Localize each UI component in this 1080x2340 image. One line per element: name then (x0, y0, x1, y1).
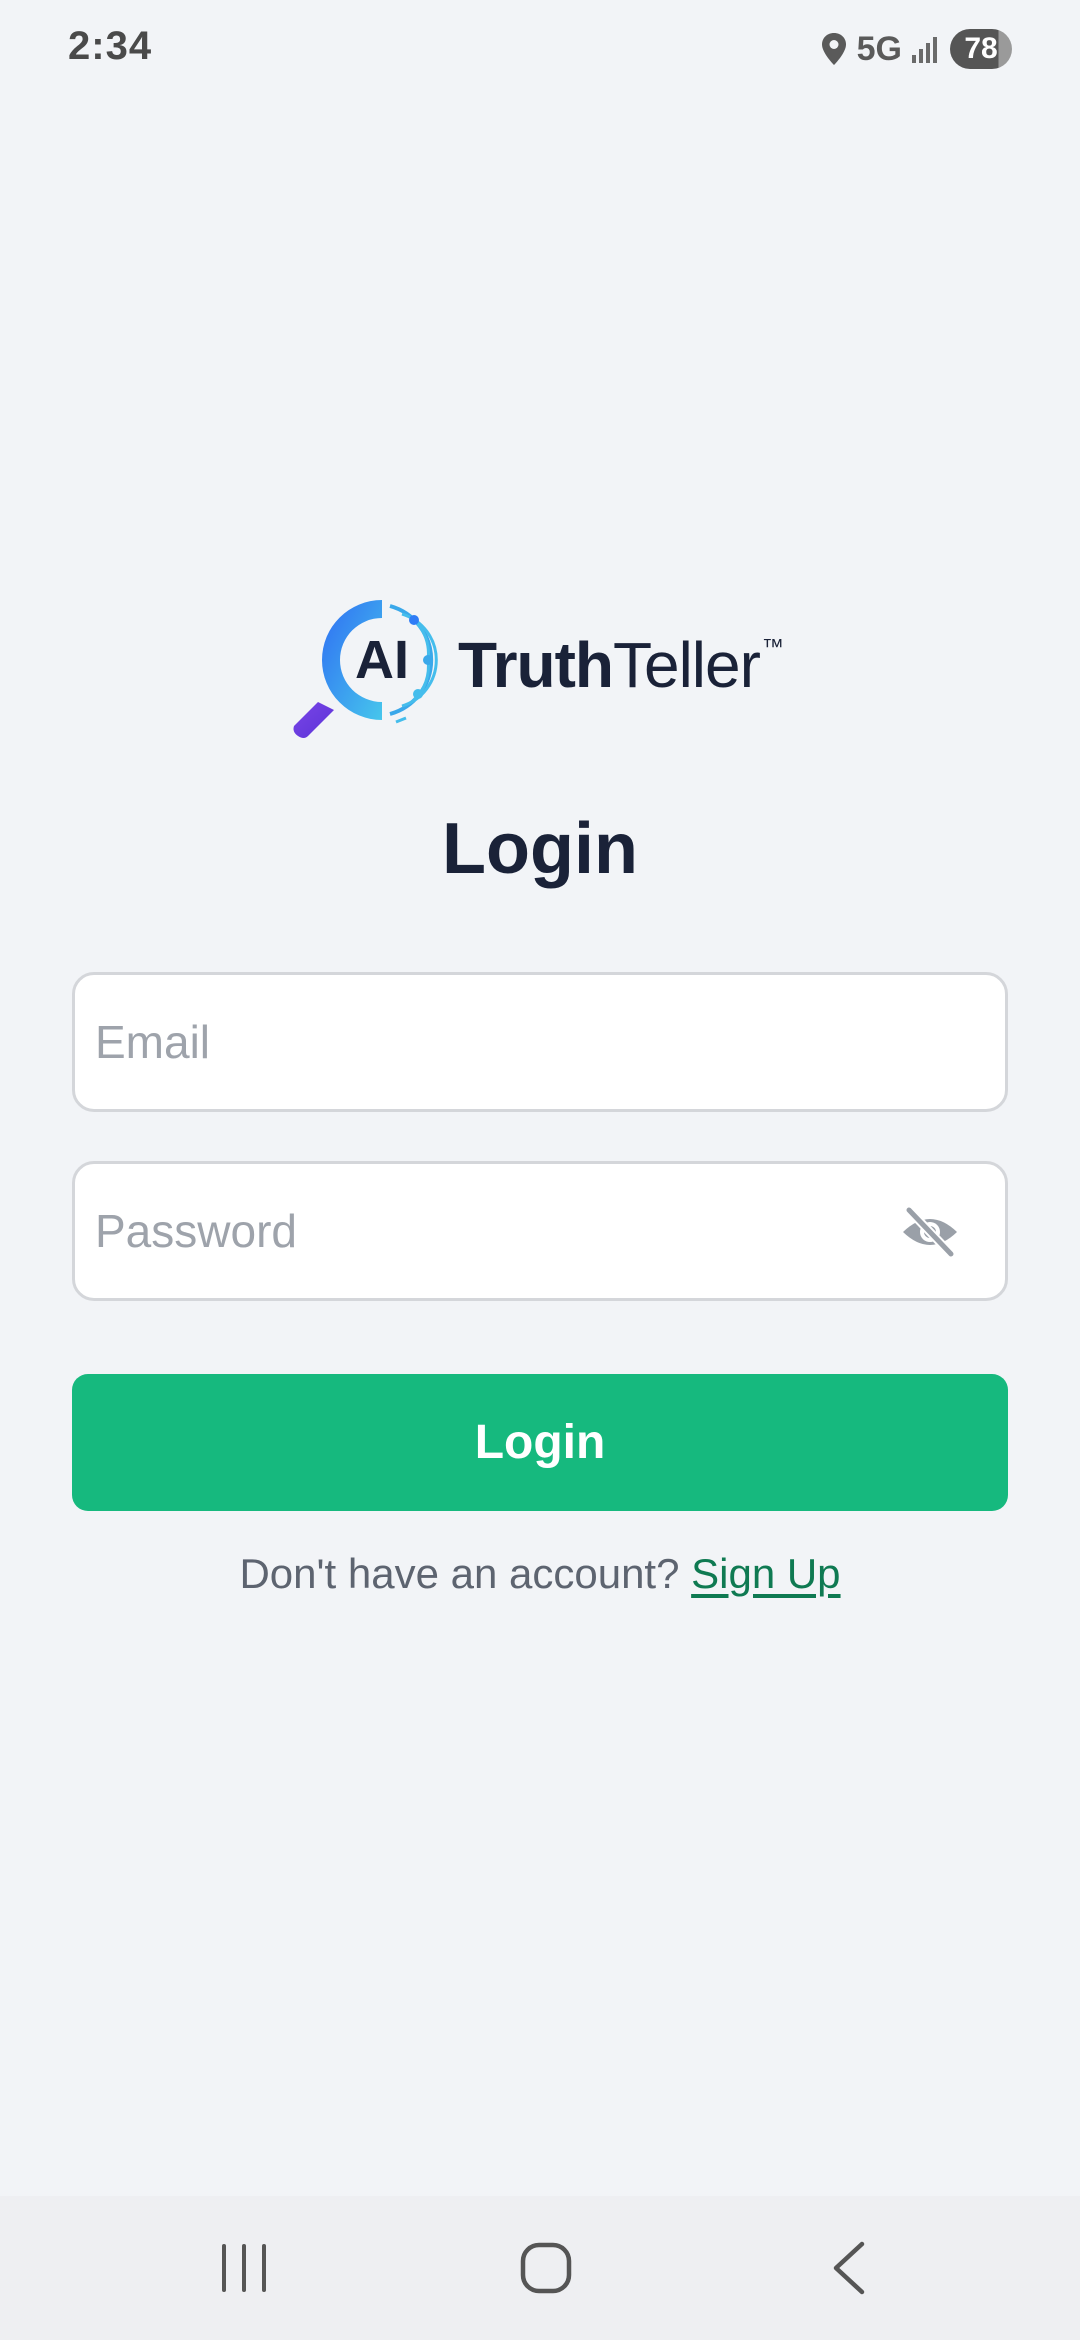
app-logo: AI TruthTeller™ (290, 590, 810, 750)
battery-indicator: 78 (950, 29, 1012, 69)
signup-prompt-text: Don't have an account? (239, 1550, 680, 1597)
back-button[interactable] (780, 2196, 920, 2340)
eye-off-icon[interactable] (899, 1204, 961, 1260)
network-type: 5G (856, 29, 902, 68)
login-button[interactable]: Login (72, 1374, 1008, 1511)
signup-link[interactable]: Sign Up (691, 1550, 840, 1597)
email-field-container (72, 972, 1008, 1112)
magnifier-logo-icon: AI (293, 600, 438, 738)
logo-trademark: ™ (761, 634, 784, 659)
email-field[interactable] (75, 975, 1005, 1109)
recents-button[interactable] (174, 2196, 314, 2340)
logo-name-regular: Teller (612, 629, 761, 701)
status-time: 2:34 (68, 24, 153, 68)
recents-icon (222, 2244, 266, 2292)
page-title: Login (442, 809, 638, 889)
back-icon (833, 2241, 865, 2295)
location-icon (821, 33, 846, 65)
signup-prompt: Don't have an account? Sign Up (0, 1550, 1080, 1598)
logo-name-bold: Truth (458, 629, 614, 701)
password-field[interactable] (75, 1164, 1005, 1298)
battery-level: 78 (964, 32, 998, 65)
signal-icon (912, 37, 937, 63)
logo-mark-text: AI (355, 630, 409, 690)
status-indicators: 5G 78 (819, 26, 1012, 72)
home-icon (520, 2242, 572, 2294)
login-screen: 2:34 5G 78 AI TruthTeller™ Login Email L… (0, 0, 1080, 2340)
home-button[interactable] (476, 2196, 616, 2340)
system-nav-bar (0, 2196, 1080, 2340)
logo-wordmark: TruthTeller™ (458, 628, 784, 702)
status-bar: 2:34 5G 78 (0, 0, 1080, 100)
password-field-container (72, 1161, 1008, 1301)
